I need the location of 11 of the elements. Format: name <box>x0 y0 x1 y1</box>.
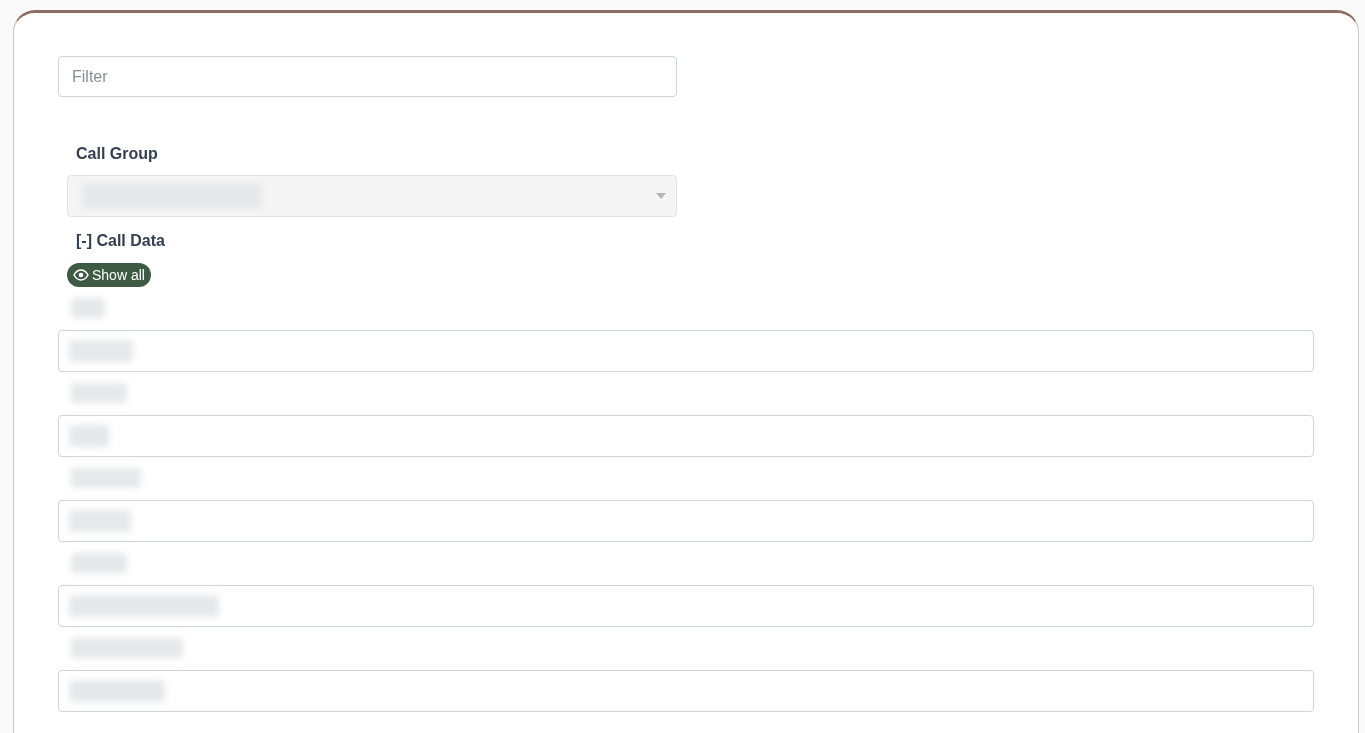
filter-field[interactable]: Filter <box>58 56 677 97</box>
caret-icon <box>656 193 666 199</box>
text-field[interactable] <box>58 585 1314 627</box>
show-all-button[interactable]: Show all <box>67 263 151 287</box>
text-field[interactable] <box>58 670 1314 712</box>
text-field[interactable] <box>58 330 1314 372</box>
eye-icon <box>73 269 89 281</box>
field-label: Call Group <box>76 144 159 164</box>
text-field[interactable] <box>58 500 1314 542</box>
text-field[interactable] <box>58 415 1314 457</box>
section-toggle[interactable]: [-] Call Data <box>76 231 1314 251</box>
